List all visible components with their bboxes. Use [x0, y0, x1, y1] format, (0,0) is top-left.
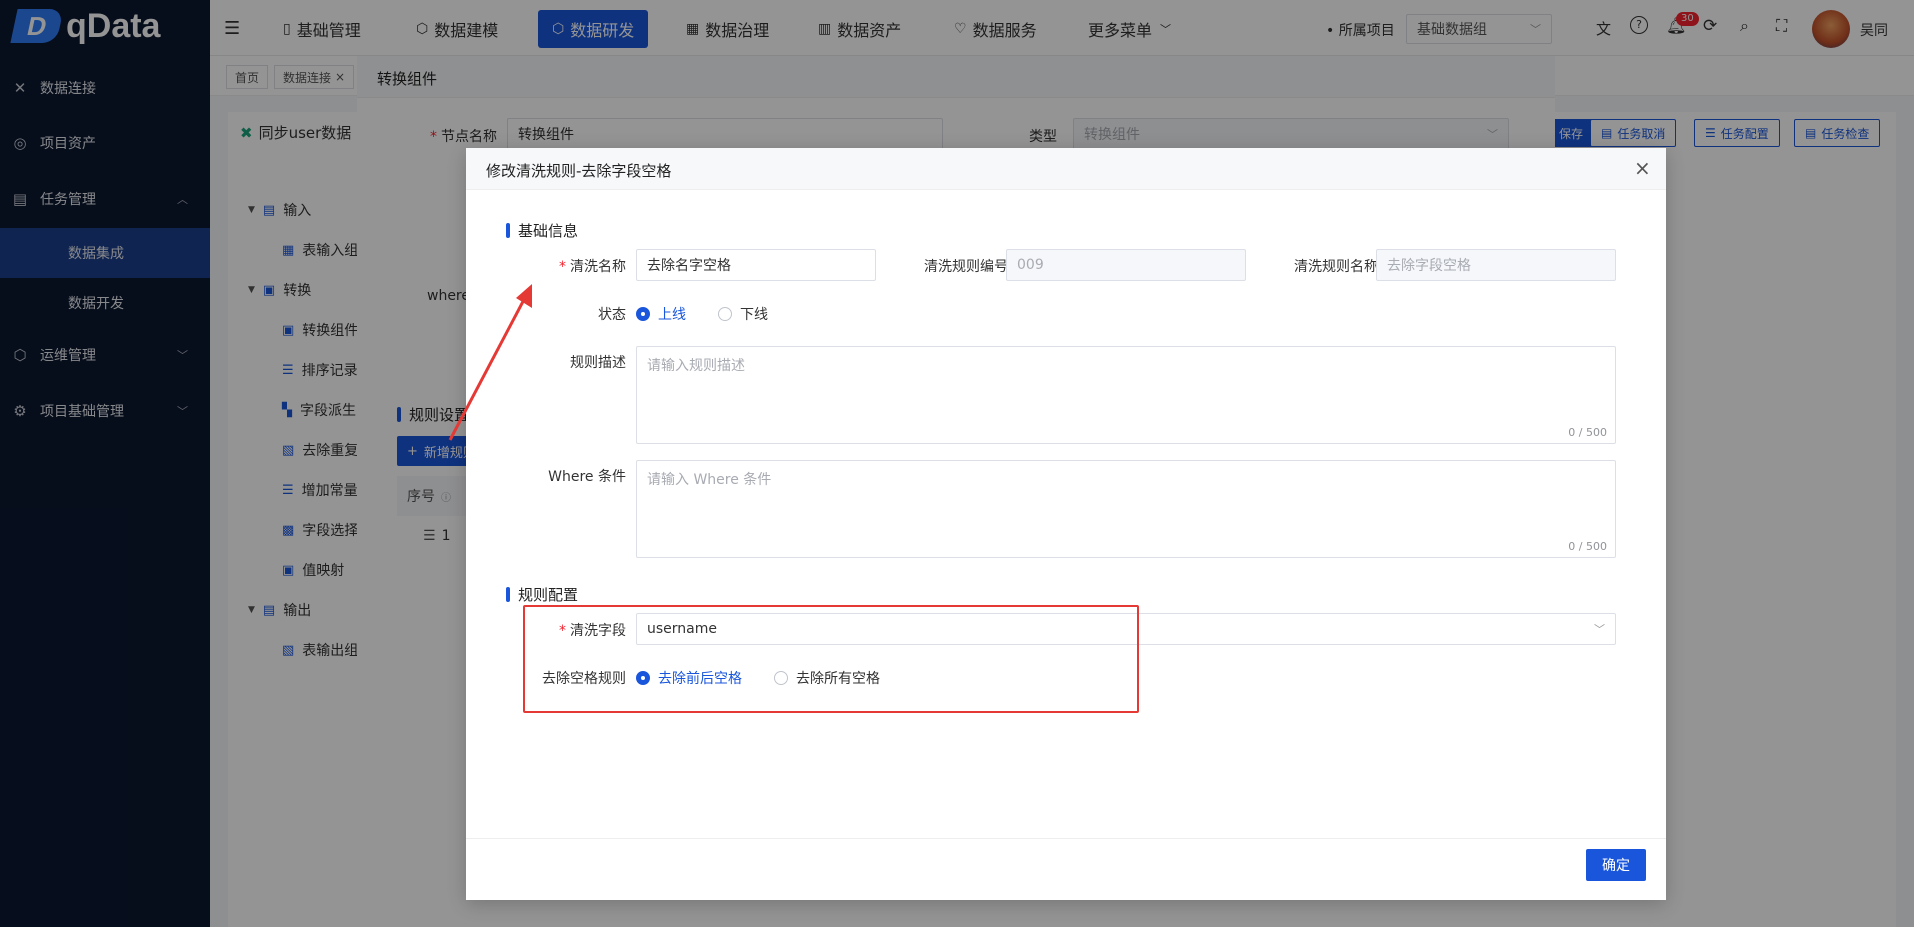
desc-char-count: 0 / 500	[1568, 426, 1607, 439]
close-icon[interactable]: ×	[1634, 156, 1651, 180]
status-offline-radio[interactable]: 下线	[718, 304, 768, 324]
dialog-title: 修改清洗规则-去除字段空格	[486, 162, 672, 180]
radio-dot	[718, 307, 732, 321]
where-textarea[interactable]: 请输入 Where 条件 0 / 500	[636, 460, 1616, 558]
radio-dot	[636, 307, 650, 321]
arrow-head	[516, 284, 532, 308]
clean-name-input[interactable]: 去除名字空格	[636, 249, 876, 281]
annotation-box	[523, 605, 1139, 713]
app-root: D qData ✕ 数据连接 ◎ 项目资产 ▤ 任务管理 ︿ 数据集成 数据开发 ⬡ 运维…	[0, 0, 1914, 927]
annotation-arrow	[448, 284, 532, 441]
rule-name-label: 清洗规则名称	[1294, 259, 1378, 275]
arrow-shaft	[448, 291, 530, 441]
status-online-radio[interactable]: 上线	[636, 304, 686, 324]
desc-textarea[interactable]: 请输入规则描述 0 / 500	[636, 346, 1616, 444]
edit-cleaning-rule-dialog: 修改清洗规则-去除字段空格 × 基础信息 * 清洗名称 去除名字空格 清洗规则编号…	[466, 148, 1666, 900]
chevron-down-icon: ﹀	[1594, 623, 1605, 636]
where-label: Where 条件	[548, 469, 626, 485]
rule-config-section-title: 规则配置	[506, 584, 578, 605]
confirm-button[interactable]: 确定	[1586, 849, 1646, 881]
rule-code-label: 清洗规则编号	[924, 259, 1008, 275]
rule-name-input[interactable]: 去除字段空格	[1376, 249, 1616, 281]
basic-info-section-title: 基础信息	[506, 220, 578, 241]
clean-name-label: * 清洗名称	[559, 259, 626, 275]
rule-code-input[interactable]: 009	[1006, 249, 1246, 281]
where-char-count: 0 / 500	[1568, 540, 1607, 553]
